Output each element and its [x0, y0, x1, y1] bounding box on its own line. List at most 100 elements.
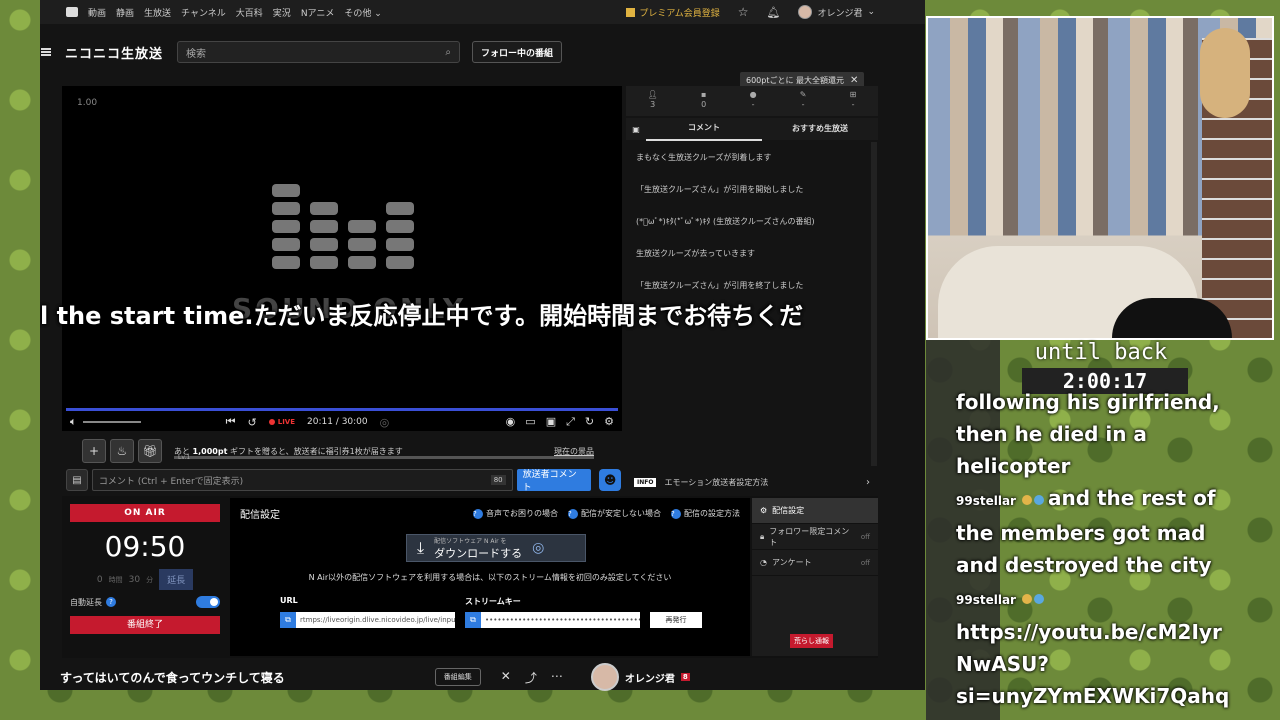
extend-button[interactable]: 延長 — [159, 569, 194, 590]
share-icon[interactable]: ⤴ — [525, 669, 537, 686]
comment-palette-icon[interactable]: ▤ — [66, 469, 88, 491]
report-button[interactable]: 荒らし通報 — [790, 634, 833, 648]
chat-line: the members got mad — [956, 521, 1206, 545]
more-icon[interactable]: ⋯ — [551, 669, 563, 686]
chat-line: si=unyZYmEXWKi7Qahq — [956, 684, 1230, 708]
ad-icon: ● — [749, 90, 757, 99]
auto-extend-toggle[interactable] — [196, 596, 220, 608]
menu-item-survey[interactable]: ◔ アンケート off — [752, 550, 878, 576]
stream-settings: 配信設定 ? 音声でお困りの場合 ? 配信が安定しない場合 ? 配信の設定方法 ⤓ 配… — [230, 498, 750, 656]
rewind-icon[interactable]: ↺ — [248, 416, 257, 429]
setup-help-link[interactable]: ? 配信の設定方法 — [671, 508, 740, 519]
chat-line: and destroyed the city — [956, 553, 1212, 577]
url-label: URL — [280, 596, 298, 605]
tab-recommended[interactable]: おすすめ生放送 — [762, 118, 878, 140]
gift-progress — [174, 456, 594, 459]
volume-slider[interactable] — [82, 421, 141, 423]
bell-icon[interactable]: 🔔︎ — [766, 6, 780, 19]
video-player[interactable]: 1.00 SOUND ONLY — [62, 86, 622, 431]
copy-icon[interactable]: ⧉ — [280, 612, 296, 628]
star-icon[interactable]: ☆ — [738, 5, 749, 19]
broadcaster-comment-button[interactable]: 放送者コメント — [516, 469, 592, 493]
nair-note: N Air以外の配信ソフトウェアを利用する場合は、以下のストリーム情報を初回のみ… — [308, 573, 672, 582]
panel-side-menu: ⚙ 配信設定 🔒︎ フォロワー限定コメント off ◔ アンケート off 荒らし通報 — [752, 498, 878, 656]
badge-icon — [1033, 494, 1044, 505]
nav-link-dic[interactable]: 大百科 — [236, 6, 263, 19]
edit-program-button[interactable]: 番組編集 — [434, 668, 481, 686]
playback-time: 20:11 / 30:00 — [307, 417, 368, 427]
pip-icon[interactable]: ▣ — [546, 415, 556, 429]
hamburger-menu-icon[interactable] — [41, 48, 51, 56]
gift-count-icon: ✎ — [799, 90, 807, 99]
nav-link-more[interactable]: その他 ⌄ — [344, 6, 381, 19]
list-item: (*ﾟωﾟ*)ｷﾀ(*ﾟωﾟ*)ｷﾀ (生放送クルーズさんの番組) — [636, 217, 815, 226]
end-program-button[interactable]: 番組終了 — [70, 616, 220, 634]
skip-back-icon[interactable]: ⏮ — [226, 415, 236, 429]
comment-tab-icon[interactable]: ▣ — [626, 125, 646, 134]
search-icon[interactable]: ⌕ — [445, 47, 451, 58]
premium-link[interactable]: プレミアム会員登録 — [626, 6, 720, 19]
menu-item-stream-settings[interactable]: ⚙ 配信設定 — [752, 498, 878, 524]
live-indicator[interactable]: LIVE — [268, 418, 295, 426]
tab-comment[interactable]: コメント — [646, 117, 762, 141]
site-logo[interactable]: ニコニコ生放送 — [65, 43, 163, 62]
current-prize-link[interactable]: 現在の景品 — [554, 446, 594, 457]
comment-bar: ▤ コメント (Ctrl + Enterで固定表示) 80 放送者コメント ☻ — [66, 468, 621, 493]
page-header: ニコニコ生放送 検索 ⌕ フォロー中の番組 — [40, 38, 925, 66]
info-bar[interactable]: INFO エモーション放送者設定方法 › — [626, 470, 878, 494]
stream-key-label: ストリームキー — [465, 597, 521, 606]
dark-object — [1112, 298, 1232, 338]
copy-icon[interactable]: ⧉ — [465, 612, 481, 628]
char-count: 80 — [490, 475, 506, 485]
nav-link-anime[interactable]: Nアニメ — [301, 6, 335, 19]
nicoad-icon[interactable]: ♨ — [110, 439, 134, 463]
nav-link-live[interactable]: 生放送 — [144, 6, 171, 19]
gift-icon[interactable]: 🎁︎ — [138, 439, 162, 463]
unstable-help-link[interactable]: ? 配信が安定しない場合 — [568, 508, 661, 519]
stream-key-field[interactable]: ⧉•••••••••••••••••••••••••••••••••••••••… — [465, 612, 640, 628]
settings-gear-icon[interactable]: ⚙ — [604, 415, 614, 429]
sync-icon[interactable]: ◎ — [380, 416, 390, 429]
comment-toggle-icon[interactable]: ▭ — [525, 415, 535, 429]
emotion-icon[interactable]: ☻ — [599, 469, 621, 491]
ext-hours[interactable]: 0 — [97, 575, 103, 585]
chat-overlay: following his girlfriend, then he died i… — [956, 386, 1276, 712]
avatar — [590, 663, 619, 691]
comment-input[interactable]: コメント (Ctrl + Enterで固定表示) 80 — [91, 469, 513, 491]
nav-link-seiga[interactable]: 静画 — [116, 6, 134, 19]
list-item: 「生放送クルーズさん」が引用を開始しました — [636, 185, 804, 194]
add-button[interactable]: + — [82, 439, 106, 463]
nair-download-button[interactable]: ⤓ 配信ソフトウェア N Air をダウンロードする ◎ — [406, 534, 586, 562]
program-info-bar: すってはいてのんで食ってウンチして寝る 番組編集 ✕ ⤴ ⋯ オレンジ君 8 — [40, 663, 925, 691]
volume-icon[interactable]: 🔈︎ — [70, 415, 77, 429]
search-input[interactable]: 検索 ⌕ — [177, 41, 461, 63]
lock-icon: 🔒︎ — [760, 531, 765, 541]
audio-help-link[interactable]: ? 音声でお困りの場合 — [473, 508, 558, 519]
help-icon[interactable]: ? — [106, 597, 116, 607]
reload-icon[interactable]: ↻ — [585, 415, 594, 429]
program-owner[interactable]: オレンジ君 8 — [590, 663, 690, 691]
chevron-right-icon: › — [866, 476, 870, 488]
niconico-icon[interactable] — [66, 7, 78, 17]
ext-minutes[interactable]: 30 — [129, 575, 140, 585]
gift-message: あと 1,000pt ギフトを贈ると、放送者に福引券1枚が届きます — [174, 446, 403, 456]
url-field[interactable]: ⧉ rtmps://liveorigin.dlive.nicovideo.jp/l… — [280, 612, 455, 628]
menu-item-follower-comment[interactable]: 🔒︎ フォロワー限定コメント off — [752, 524, 878, 550]
download-icon: ⤓ — [417, 538, 425, 557]
user-menu[interactable]: オレンジ君 ⌄ — [798, 5, 875, 19]
close-icon[interactable]: ✕ — [850, 75, 858, 86]
follow-programs-button[interactable]: フォロー中の番組 — [472, 41, 563, 63]
nav-link-video[interactable]: 動画 — [88, 6, 106, 19]
chat-line: 99stellar and the rest of — [956, 482, 1276, 517]
nav-link-jikkyo[interactable]: 実況 — [273, 6, 291, 19]
extension-row: 0 時間 30 分 延長 — [70, 569, 220, 590]
list-item: 生放送クルーズが去っていきます — [636, 249, 755, 258]
present-icon: ⊞ — [849, 90, 857, 99]
stat-ads: ● - — [749, 90, 757, 109]
eye-icon[interactable]: ◉ — [506, 415, 516, 429]
fullscreen-icon[interactable]: ⤢ — [566, 415, 575, 429]
reissue-button[interactable]: 再発行 — [650, 612, 702, 628]
x-share-icon[interactable]: ✕ — [501, 669, 511, 686]
stats-bar: 👤︎ 3 ▪ 0 ● - ✎ - ⊞ - — [626, 86, 878, 116]
nav-link-channel[interactable]: チャンネル — [181, 6, 226, 19]
